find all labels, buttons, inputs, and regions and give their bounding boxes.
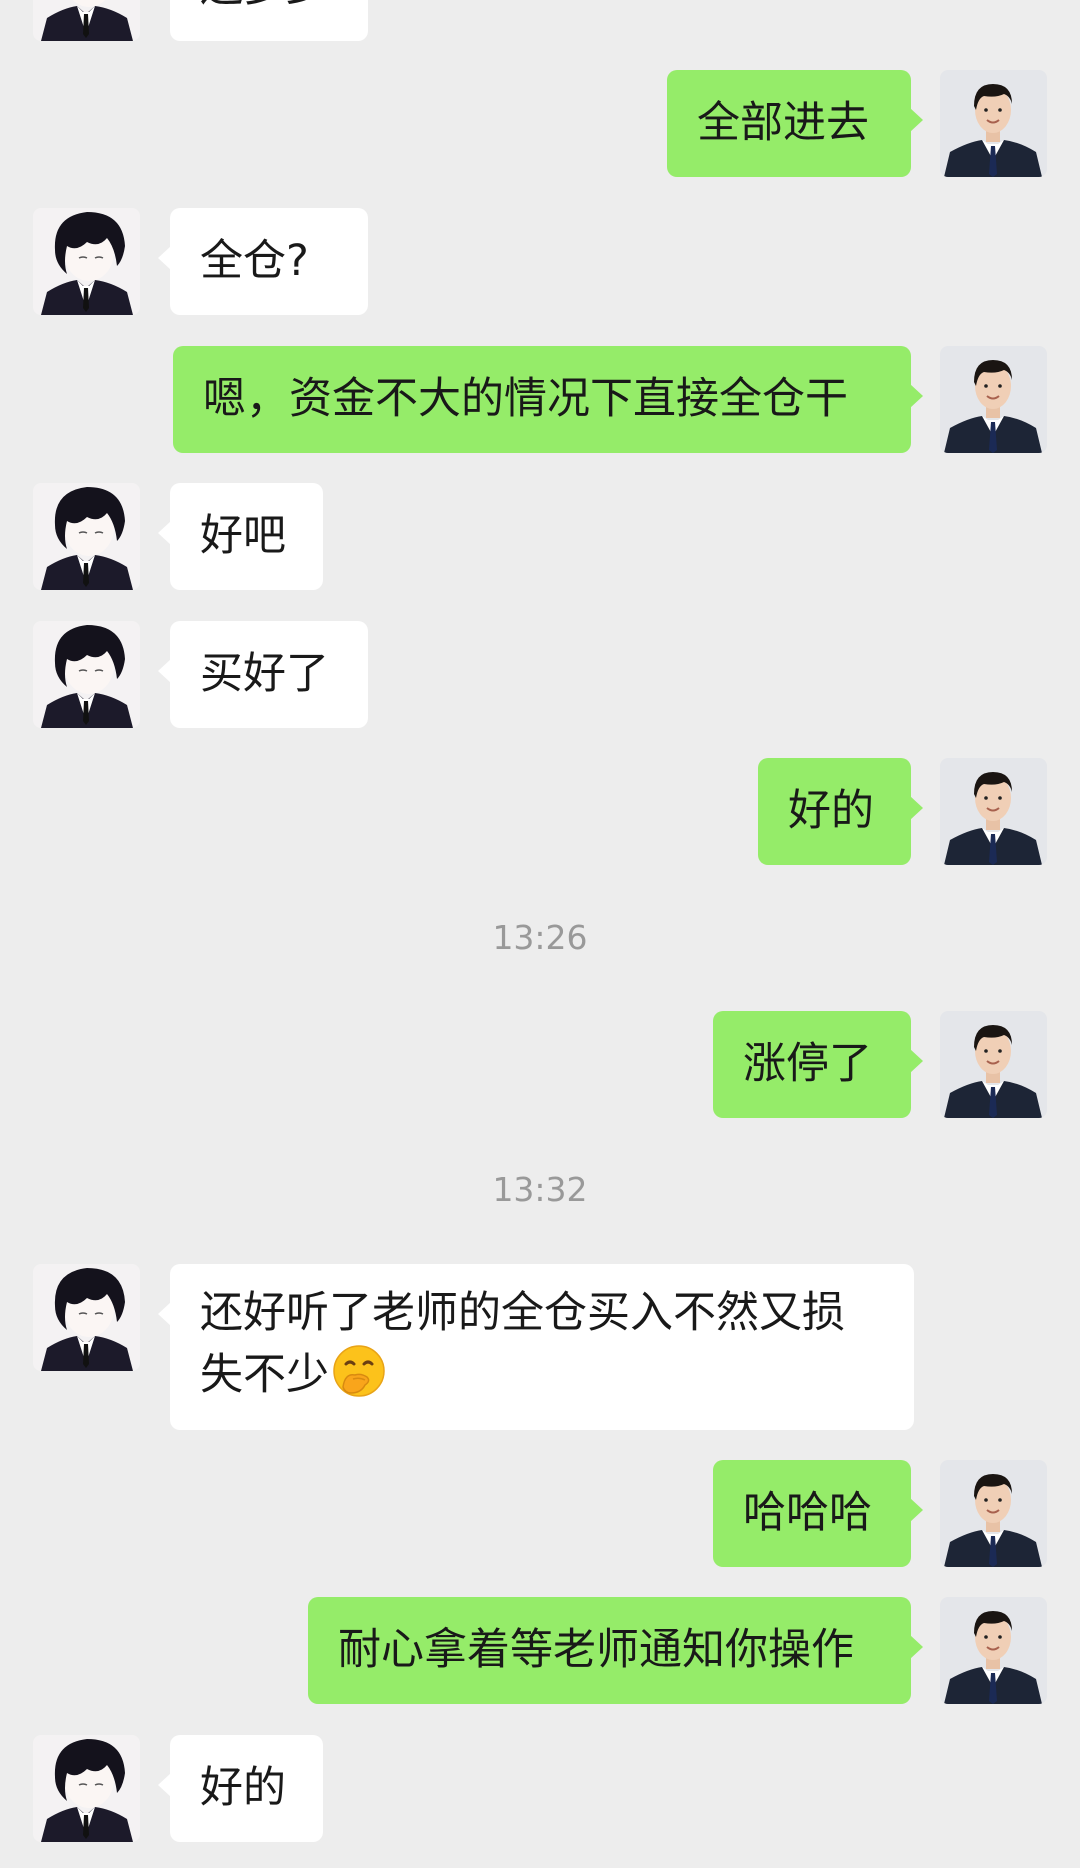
message-text: 还多少 [200, 0, 329, 17]
message-timestamp: 13:32 [492, 1170, 588, 1209]
anime-boy-avatar-icon [33, 621, 140, 728]
message-text: 好的 [200, 1763, 286, 1813]
message-text: 哈哈哈 [743, 1488, 872, 1538]
message-bubble-incoming[interactable]: 全仓? [158, 208, 368, 315]
anime-boy-avatar-icon [33, 208, 140, 315]
message-text: 涨停了 [743, 1039, 872, 1089]
message-bubble-outgoing[interactable]: 全部进去 [667, 70, 923, 177]
self-avatar[interactable] [940, 346, 1047, 453]
contact-avatar[interactable] [33, 0, 140, 41]
message-text: 全仓? [200, 236, 309, 286]
businessman-avatar-icon [940, 1460, 1047, 1567]
businessman-avatar-icon [940, 346, 1047, 453]
self-avatar[interactable] [940, 1460, 1047, 1567]
message-text: 好吧 [200, 511, 286, 561]
face-with-hand-over-mouth-emoji-icon [333, 1345, 385, 1397]
message-bubble-outgoing[interactable]: 耐心拿着等老师通知你操作 [308, 1597, 923, 1704]
message-text: 嗯，资金不大的情况下直接全仓干 [203, 374, 848, 424]
contact-avatar[interactable] [33, 1264, 140, 1371]
message-bubble-incoming[interactable]: 买好了 [158, 621, 368, 728]
message-text: 全部进去 [697, 98, 869, 148]
businessman-avatar-icon [940, 758, 1047, 865]
message-text: 还好听了老师的全仓买入不然又损失不少 [200, 1288, 845, 1400]
message-bubble-outgoing[interactable]: 好的 [758, 758, 923, 865]
message-text: 买好了 [200, 649, 329, 699]
contact-avatar[interactable] [33, 208, 140, 315]
self-avatar[interactable] [940, 758, 1047, 865]
self-avatar[interactable] [940, 1597, 1047, 1704]
anime-boy-avatar-icon [33, 1735, 140, 1842]
message-timestamp: 13:26 [492, 918, 588, 957]
message-bubble-incoming[interactable]: 还多少 [170, 0, 368, 41]
self-avatar[interactable] [940, 1011, 1047, 1118]
anime-boy-avatar-icon [33, 0, 140, 41]
message-bubble-incoming[interactable]: 好吧 [158, 483, 323, 590]
chat-area[interactable]: 还多少 全部进去 全仓? 嗯，资金不大的情况下直接全仓干 好吧 买好了 好的 1… [0, 0, 1080, 1868]
businessman-avatar-icon [940, 1011, 1047, 1118]
contact-avatar[interactable] [33, 1735, 140, 1842]
message-bubble-incoming[interactable]: 好的 [158, 1735, 323, 1842]
anime-boy-avatar-icon [33, 483, 140, 590]
message-bubble-outgoing[interactable]: 哈哈哈 [713, 1460, 923, 1567]
message-bubble-outgoing[interactable]: 涨停了 [713, 1011, 923, 1118]
message-text: 耐心拿着等老师通知你操作 [338, 1625, 854, 1675]
message-bubble-incoming[interactable]: 还好听了老师的全仓买入不然又损失不少 [158, 1264, 914, 1430]
message-bubble-outgoing[interactable]: 嗯，资金不大的情况下直接全仓干 [173, 346, 923, 453]
contact-avatar[interactable] [33, 621, 140, 728]
anime-boy-avatar-icon [33, 1264, 140, 1371]
businessman-avatar-icon [940, 1597, 1047, 1704]
contact-avatar[interactable] [33, 483, 140, 590]
message-text: 好的 [788, 786, 874, 836]
businessman-avatar-icon [940, 70, 1047, 177]
self-avatar[interactable] [940, 70, 1047, 177]
